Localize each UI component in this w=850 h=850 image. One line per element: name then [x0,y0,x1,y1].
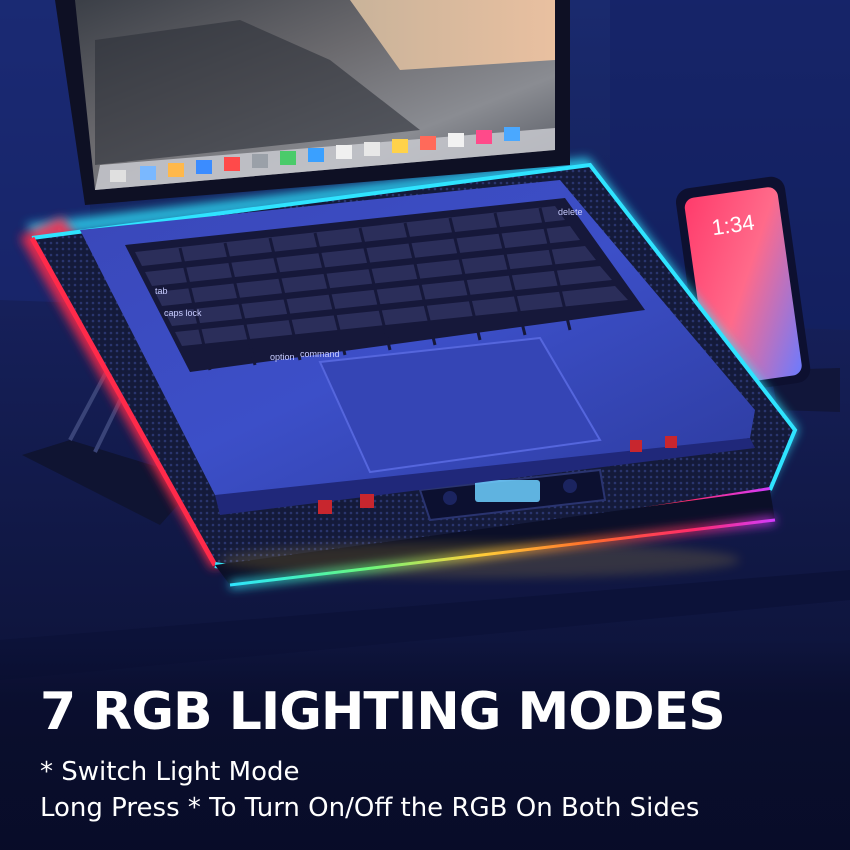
subtext-line-2: Long Press * To Turn On/Off the RGB On B… [40,793,700,823]
product-photo: 1:34 delete tab caps lock option command… [0,0,850,850]
key-tab-label: tab [155,286,168,296]
key-caps-label: caps lock [164,308,202,318]
headline: 7 RGB LIGHTING MODES [40,682,726,742]
key-option-label: option [270,352,295,362]
key-delete-label: delete [558,207,583,217]
subtext-line-1: * Switch Light Mode [40,757,300,787]
rgb-light-strip-icon [220,542,740,578]
key-command-label: command [300,349,340,359]
